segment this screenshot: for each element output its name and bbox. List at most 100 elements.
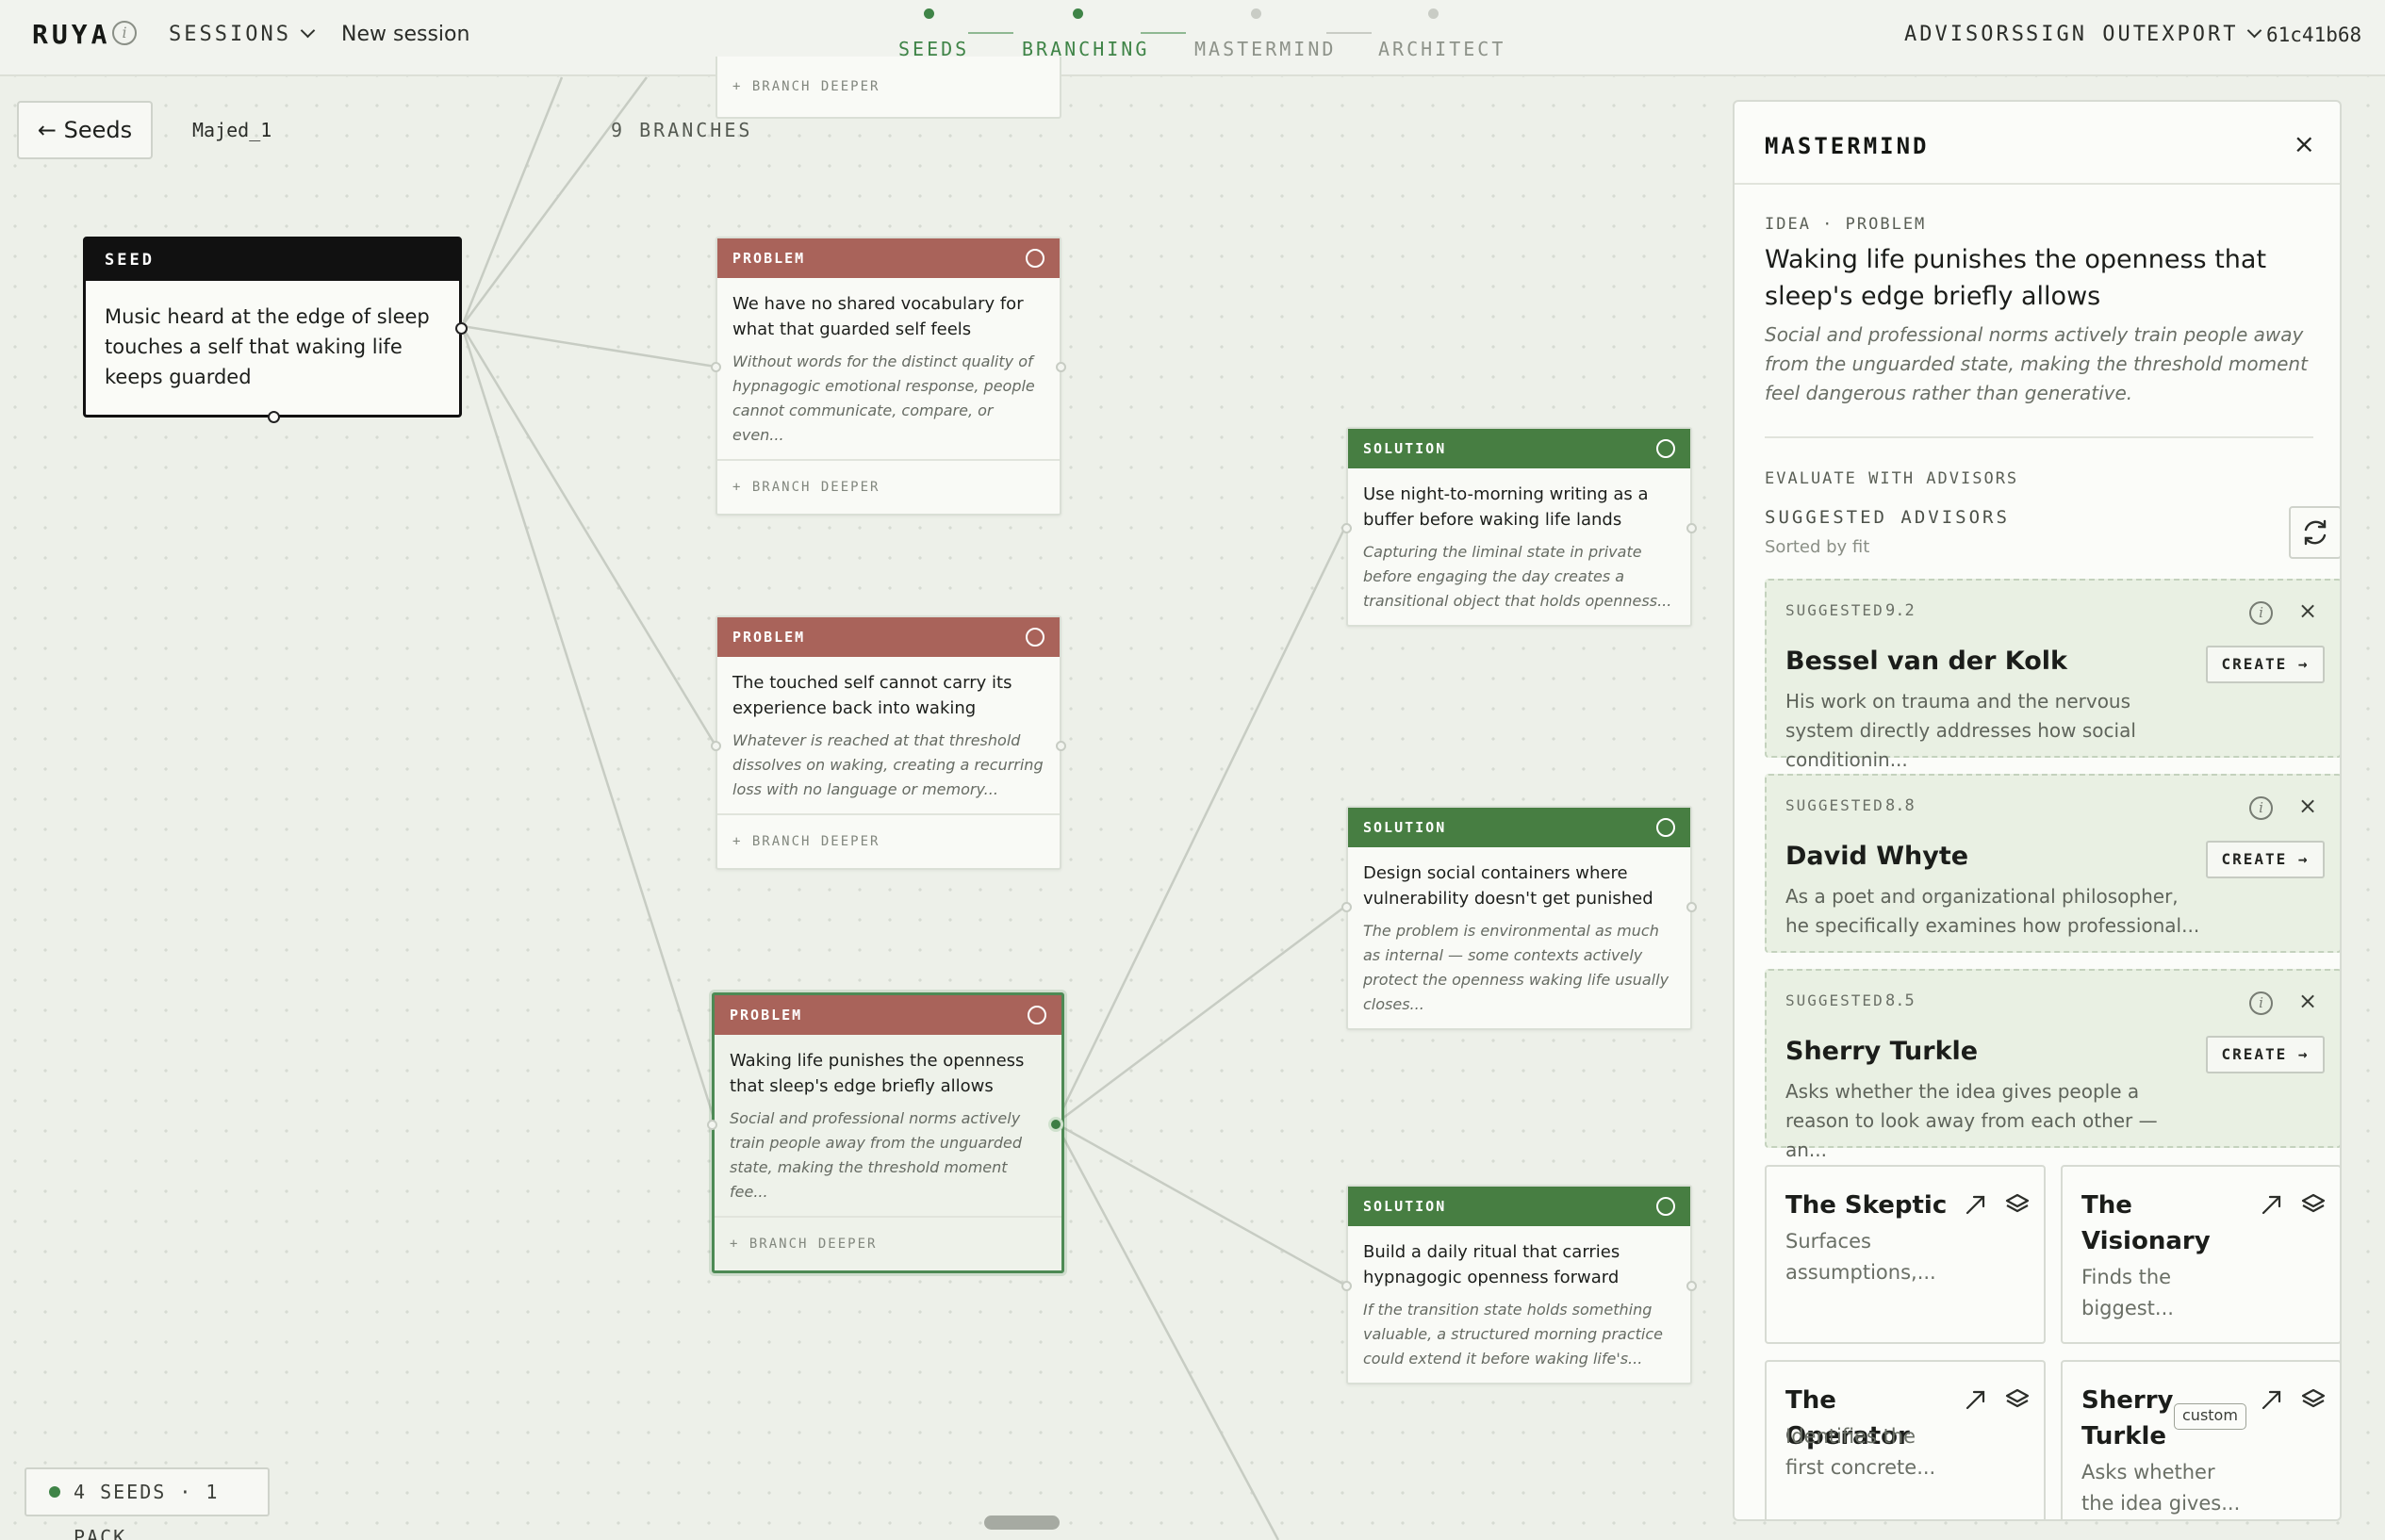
card-title: Waking life punishes the openness that s… (730, 1051, 1025, 1096)
advisor-description: His work on trauma and the nervous syste… (1785, 690, 2136, 771)
info-icon[interactable]: i (2249, 991, 2273, 1015)
input-port[interactable] (711, 362, 721, 372)
panel-title: MASTERMIND (1765, 133, 1930, 159)
card-type-label: PROBLEM (717, 238, 1060, 278)
advisor-name: Bessel van der Kolk (1785, 647, 2068, 676)
advisor-card[interactable]: The Operator Identifies the first concre… (1765, 1360, 2046, 1519)
layers-icon[interactable] (2004, 1191, 2031, 1218)
card-title: Build a daily ritual that carries hypnag… (1363, 1242, 1620, 1287)
branch-deeper-button[interactable]: + BRANCH DEEPER (717, 57, 1060, 109)
seeds-summary-pill[interactable]: 4 SEEDS · 1 PACK (25, 1467, 270, 1540)
input-port[interactable] (1341, 1281, 1352, 1291)
suggested-tag: SUGGESTED (1785, 601, 1884, 619)
card-type-label: PROBLEM (715, 995, 1061, 1035)
back-to-seeds-button[interactable]: ← Seeds (17, 101, 153, 159)
layers-icon[interactable] (2300, 1191, 2327, 1218)
open-arrow-icon[interactable] (2259, 1386, 2285, 1413)
advisor-description: Asks whether the idea gives people a rea… (1785, 1080, 2158, 1161)
connector-line (460, 76, 564, 327)
layers-icon[interactable] (2300, 1386, 2327, 1413)
custom-badge: custom (2174, 1403, 2246, 1430)
circle-icon[interactable] (1026, 249, 1044, 268)
card-title: We have no shared vocabulary for what th… (732, 294, 1024, 339)
active-output-port[interactable] (1048, 1117, 1063, 1132)
dismiss-icon[interactable]: × (2298, 793, 2317, 819)
branch-count: 9 BRANCHES (611, 119, 753, 141)
bottom-port[interactable] (268, 411, 280, 423)
dismiss-icon[interactable]: × (2298, 988, 2317, 1014)
connector-line (1054, 524, 1348, 1124)
input-port[interactable] (711, 741, 721, 751)
advisor-description: Surfaces assumptions,... (1785, 1230, 1936, 1284)
suggested-advisors-label: SUGGESTED ADVISORS (1765, 507, 2010, 528)
input-port[interactable] (1341, 902, 1352, 912)
create-advisor-button[interactable]: CREATE → (2206, 1036, 2325, 1073)
output-port[interactable] (1686, 523, 1697, 533)
card-description: Social and professional norms actively t… (730, 1109, 1023, 1201)
info-icon[interactable]: i (2249, 796, 2273, 820)
suggested-advisor-card[interactable]: SUGGESTED 9.2 i × Bessel van der Kolk CR… (1765, 579, 2340, 771)
dismiss-icon[interactable]: × (2298, 598, 2317, 624)
solution-card[interactable]: SOLUTION Design social containers where … (1341, 806, 1697, 1030)
open-arrow-icon[interactable] (1963, 1191, 1989, 1218)
card-description: The problem is environmental as much as … (1363, 922, 1670, 1013)
create-advisor-button[interactable]: CREATE → (2206, 841, 2325, 878)
problem-card-selected[interactable]: PROBLEM Waking life punishes the opennes… (707, 992, 1064, 1273)
divider (1765, 436, 2313, 438)
connector-line (460, 325, 717, 1124)
advisor-name: David Whyte (1785, 842, 1969, 871)
connector-line (461, 324, 716, 369)
circle-icon[interactable] (1028, 1006, 1046, 1024)
refresh-icon (2304, 519, 2327, 546)
advisor-name: Sherry Turkle (1785, 1037, 1979, 1066)
output-port[interactable] (455, 322, 468, 335)
output-port[interactable] (1056, 741, 1066, 751)
card-title: Use night-to-morning writing as a buffer… (1363, 484, 1649, 530)
input-port[interactable] (1341, 523, 1352, 533)
fit-score: 9.2 (1885, 601, 1915, 620)
advisor-name: Sherry Turkle (2081, 1386, 2174, 1450)
advisor-name: The Skeptic (1785, 1191, 1948, 1220)
output-port[interactable] (1056, 362, 1066, 372)
problem-card[interactable]: PROBLEM We have no shared vocabulary for… (711, 237, 1066, 516)
create-advisor-button[interactable]: CREATE → (2206, 646, 2325, 683)
refresh-button[interactable] (2289, 506, 2340, 559)
output-port[interactable] (1686, 1281, 1697, 1291)
advisor-card[interactable]: Sherry Turkle custom Asks whether the id… (2061, 1360, 2340, 1519)
output-port[interactable] (1686, 902, 1697, 912)
horizontal-scroll-handle[interactable] (984, 1515, 1060, 1530)
advisor-name: The Visionary (2081, 1191, 2211, 1255)
card-description: Whatever is reached at that threshold di… (732, 731, 1044, 798)
suggested-advisor-card[interactable]: SUGGESTED 8.5 i × Sherry Turkle CREATE →… (1765, 969, 2340, 1161)
circle-icon[interactable] (1656, 439, 1675, 458)
advisor-card[interactable]: The Visionary Finds the biggest... (2061, 1165, 2340, 1344)
card-type-label: SOLUTION (1348, 808, 1690, 847)
problem-card[interactable]: PROBLEM The touched self cannot carry it… (711, 615, 1066, 870)
circle-icon[interactable] (1026, 628, 1044, 647)
branch-deeper-button[interactable]: + BRANCH DEEPER (715, 1216, 1061, 1270)
status-dot (49, 1486, 60, 1498)
info-icon[interactable]: i (2249, 601, 2273, 625)
connector-line (1055, 905, 1347, 1124)
layers-icon[interactable] (2004, 1386, 2031, 1413)
idea-title: Waking life punishes the openness that s… (1765, 245, 2267, 311)
circle-icon[interactable] (1656, 818, 1675, 837)
open-arrow-icon[interactable] (1963, 1386, 1989, 1413)
seed-label: SEED (86, 239, 459, 281)
solution-card[interactable]: SOLUTION Use night-to-morning writing as… (1341, 427, 1697, 627)
input-port[interactable] (707, 1120, 717, 1130)
advisor-card[interactable]: The Skeptic Surfaces assumptions,... (1765, 1165, 2046, 1344)
solution-card[interactable]: SOLUTION Build a daily ritual that carri… (1341, 1185, 1697, 1384)
suggested-advisor-card[interactable]: SUGGESTED 8.8 i × David Whyte CREATE → A… (1765, 774, 2340, 953)
seed-card[interactable]: SEED Music heard at the edge of sleep to… (83, 237, 468, 423)
idea-card-partial[interactable]: + BRANCH DEEPER (716, 57, 1061, 119)
branch-deeper-button[interactable]: + BRANCH DEEPER (717, 459, 1060, 514)
evaluate-label: EVALUATE WITH ADVISORS (1765, 469, 2019, 488)
open-arrow-icon[interactable] (2259, 1191, 2285, 1218)
panel-header: MASTERMIND × (1735, 102, 2340, 185)
circle-icon[interactable] (1656, 1197, 1675, 1216)
close-icon[interactable]: × (2294, 128, 2315, 159)
branch-deeper-button[interactable]: + BRANCH DEEPER (717, 813, 1060, 868)
advisor-description: Asks whether the idea gives... (2081, 1461, 2241, 1515)
mastermind-panel: MASTERMIND × IDEA · PROBLEM Waking life … (1733, 100, 2342, 1521)
